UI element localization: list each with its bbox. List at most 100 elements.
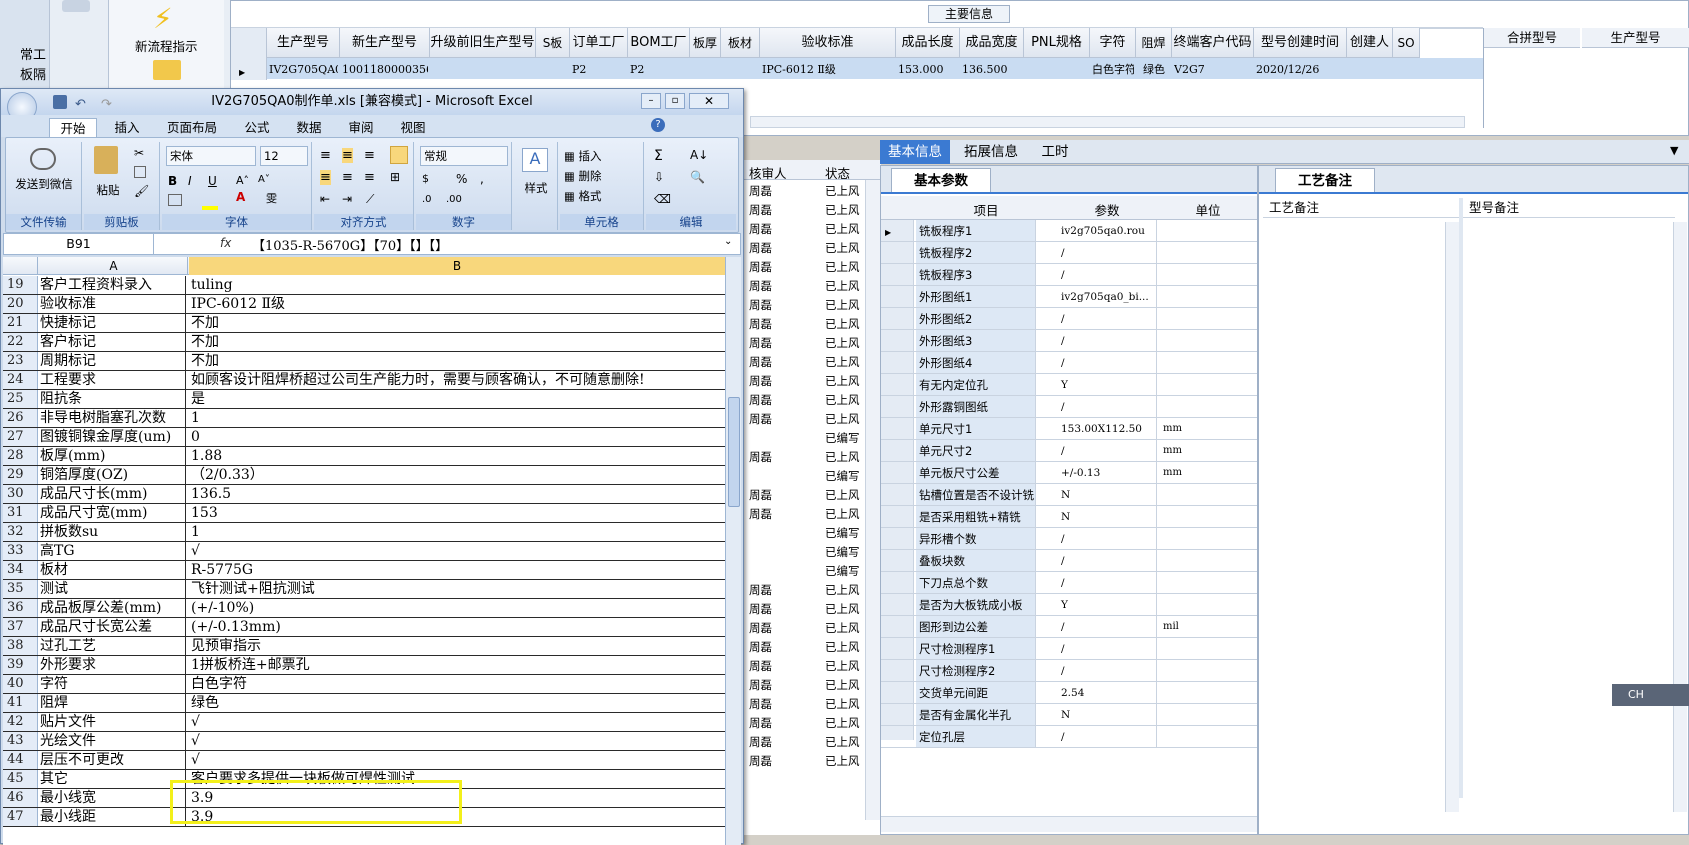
param-value[interactable]: / — [1057, 550, 1157, 571]
cell-a[interactable]: 客户工程资料录入 — [40, 276, 186, 294]
cell-b[interactable]: 136.5 — [189, 485, 725, 503]
align-right-icon[interactable]: ≡ — [364, 170, 375, 185]
cell-a[interactable]: 测试 — [40, 580, 186, 598]
param-value[interactable]: / — [1057, 616, 1157, 637]
param-value[interactable]: / — [1057, 726, 1157, 747]
function-icon[interactable]: fx — [220, 236, 231, 250]
list-item[interactable]: 周磊 已上风 — [741, 600, 881, 619]
cell-a[interactable]: 高TG — [40, 542, 186, 560]
cell-a[interactable]: 成品尺寸长宽公差 — [40, 618, 186, 636]
grid-cell[interactable]: 白色字符 — [1092, 60, 1134, 80]
cell-a[interactable]: 非导电树脂塞孔次数 — [40, 409, 186, 427]
row-number[interactable]: 27 — [3, 428, 38, 446]
sort-filter-icon[interactable]: A↓ — [690, 148, 708, 162]
cell-a[interactable]: 成品尺寸长(mm) — [40, 485, 186, 503]
name-box[interactable]: B91 — [4, 234, 154, 254]
link-icon[interactable] — [62, 0, 90, 12]
row-number[interactable]: 33 — [3, 542, 38, 560]
grid-cell[interactable]: 绿色 — [1138, 60, 1170, 80]
merge-cells-icon[interactable]: ⊞ — [390, 170, 400, 184]
cell-a[interactable]: 光绘文件 — [40, 732, 186, 750]
grid-cell[interactable] — [1395, 60, 1418, 80]
phonetic-icon[interactable]: 雯 — [266, 190, 277, 206]
border-icon[interactable] — [168, 194, 182, 206]
list-item[interactable]: 周磊 已上风 — [741, 714, 881, 733]
param-row[interactable]: 图形到边公差 / mil — [881, 616, 1257, 638]
list-item[interactable]: 已编写 — [741, 543, 881, 562]
cell-b[interactable]: 不加 — [189, 314, 725, 332]
row-number[interactable]: 38 — [3, 637, 38, 655]
grid-cell[interactable]: 136.500 — [962, 60, 1022, 80]
list-item[interactable]: 周磊 已上风 — [741, 410, 881, 429]
list-item[interactable]: 周磊 已上风 — [741, 315, 881, 334]
orientation-icon[interactable]: ⟋ — [366, 192, 374, 207]
insert-cells-button[interactable]: ▦ 插入 — [564, 148, 640, 164]
left-nav-label-2[interactable]: 板隔 — [20, 64, 46, 83]
cell-a[interactable]: 贴片文件 — [40, 713, 186, 731]
param-row[interactable]: 外形图纸3 / — [881, 330, 1257, 352]
list-item[interactable]: 周磊 已上风 — [741, 695, 881, 714]
cell-b[interactable]: 0 — [189, 428, 725, 446]
list-item[interactable]: 周磊 已上风 — [741, 448, 881, 467]
copy-icon[interactable] — [134, 166, 146, 178]
cell-a[interactable]: 板材 — [40, 561, 186, 579]
param-value[interactable]: / — [1057, 330, 1157, 351]
param-row[interactable]: 是否为大板铣成小板 Y — [881, 594, 1257, 616]
cut-icon[interactable]: ✂ — [134, 146, 144, 160]
model-remark-scrollbar[interactable] — [1673, 222, 1687, 812]
row-number[interactable]: 19 — [3, 276, 38, 294]
cell-a[interactable]: 过孔工艺 — [40, 637, 186, 655]
list-item[interactable]: 周磊 已上风 — [741, 353, 881, 372]
param-value[interactable]: iv2g705qa0_bi... — [1057, 286, 1157, 307]
cell-a[interactable]: 图镀铜镍金厚度(um) — [40, 428, 186, 446]
fill-color-icon[interactable] — [202, 206, 218, 210]
align-center-icon[interactable]: ≡ — [342, 170, 353, 185]
fill-icon[interactable]: ⇩ — [654, 170, 664, 184]
row-number[interactable]: 37 — [3, 618, 38, 636]
param-row[interactable]: 异形槽个数 / — [881, 528, 1257, 550]
tab-work-hours[interactable]: 工时 — [1030, 140, 1080, 164]
indent-decrease-icon[interactable]: ⇤ — [320, 192, 330, 206]
param-row[interactable]: 叠板块数 / — [881, 550, 1257, 572]
grid-cell[interactable] — [692, 60, 719, 80]
cell-b[interactable]: (+/-0.13mm) — [189, 618, 725, 636]
tab-insert[interactable]: 插入 — [105, 118, 149, 137]
row-number[interactable]: 23 — [3, 352, 38, 370]
row-number[interactable]: 22 — [3, 333, 38, 351]
row-number[interactable]: 47 — [3, 808, 38, 826]
row-number[interactable]: 26 — [3, 409, 38, 427]
param-value[interactable]: / — [1057, 242, 1157, 263]
list-item[interactable]: 周磊 已上风 — [741, 372, 881, 391]
ime-toolbar[interactable]: CH — [1612, 684, 1689, 706]
cell-a[interactable]: 成品尺寸宽(mm) — [40, 504, 186, 522]
cell-a[interactable]: 外形要求 — [40, 656, 186, 674]
italic-icon[interactable]: I — [188, 174, 192, 188]
row-number[interactable]: 29 — [3, 466, 38, 484]
number-format-select[interactable]: 常规 — [420, 146, 508, 166]
left-nav-label-1[interactable]: 常工 — [20, 44, 46, 63]
cell-b[interactable]: √ — [189, 713, 725, 731]
cell-b[interactable]: 如顾客设计阻焊桥超过公司生产能力时，需要与顾客确认，不可随意删除! — [189, 371, 725, 389]
cell-a[interactable]: 铜箔厚度(OZ) — [40, 466, 186, 484]
list-item[interactable]: 周磊 已上风 — [741, 239, 881, 258]
cell-a[interactable]: 工程要求 — [40, 371, 186, 389]
close-button[interactable]: ✕ — [689, 93, 729, 109]
list-item[interactable]: 周磊 已上风 — [741, 258, 881, 277]
cell-b[interactable]: √ — [189, 751, 725, 769]
params-hscrollbar[interactable] — [881, 816, 1257, 832]
param-value[interactable]: / — [1057, 396, 1157, 417]
grid-cell[interactable] — [1349, 60, 1391, 80]
align-bottom-icon[interactable]: ≡ — [364, 148, 375, 163]
list-item[interactable]: 周磊 已上风 — [741, 296, 881, 315]
param-value[interactable]: / — [1057, 638, 1157, 659]
cell-a[interactable]: 字符 — [40, 675, 186, 693]
tab-basic-params[interactable]: 基本参数 — [891, 168, 991, 192]
find-select-icon[interactable]: 🔍 — [690, 170, 705, 184]
new-flow-launcher[interactable]: ⚡ 新流程指示 — [108, 0, 224, 95]
tab-process-remark[interactable]: 工艺备注 — [1275, 168, 1375, 192]
cell-b[interactable]: tuling — [189, 276, 725, 294]
delete-cells-button[interactable]: ▦ 删除 — [564, 168, 640, 184]
list-item[interactable]: 周磊 已上风 — [741, 733, 881, 752]
styles-button[interactable]: 样式 — [514, 180, 558, 196]
row-number[interactable]: 36 — [3, 599, 38, 617]
